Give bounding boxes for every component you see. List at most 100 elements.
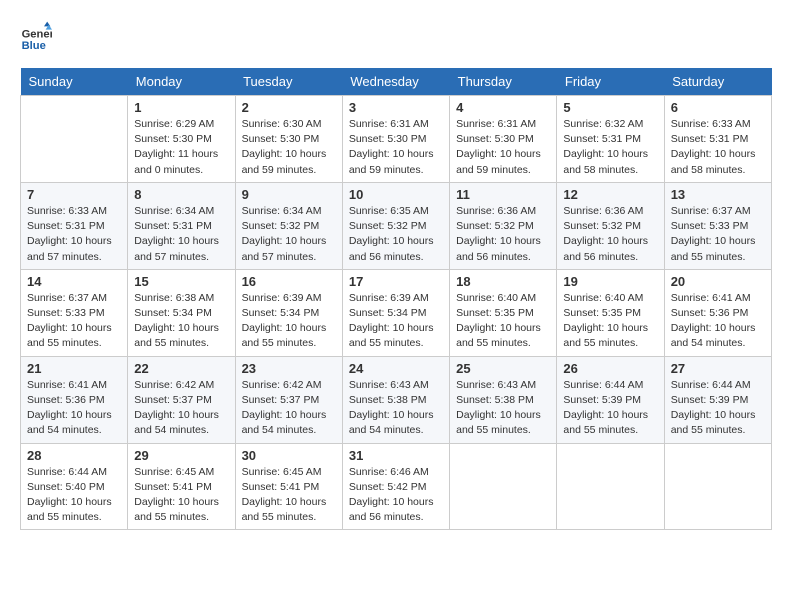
weekday-sunday: Sunday: [21, 68, 128, 96]
day-info: Sunrise: 6:45 AMSunset: 5:41 PMDaylight:…: [134, 465, 228, 526]
calendar-cell: 18 Sunrise: 6:40 AMSunset: 5:35 PMDayligh…: [450, 269, 557, 356]
weekday-friday: Friday: [557, 68, 664, 96]
day-info: Sunrise: 6:36 AMSunset: 5:32 PMDaylight:…: [456, 204, 550, 265]
calendar-cell: 6Sunrise: 6:33 AMSunset: 5:31 PMDaylight…: [664, 96, 771, 183]
calendar-cell: 8Sunrise: 6:34 AMSunset: 5:31 PMDaylight…: [128, 182, 235, 269]
day-info: Sunrise: 6:44 AMSunset: 5:39 PMDaylight:…: [671, 378, 765, 439]
calendar-cell: [664, 443, 771, 530]
calendar-cell: [557, 443, 664, 530]
day-number: 15: [134, 274, 228, 289]
calendar-cell: 23 Sunrise: 6:42 AMSunset: 5:37 PMDayligh…: [235, 356, 342, 443]
logo-icon: General Blue: [20, 20, 52, 52]
day-number: 17: [349, 274, 443, 289]
day-info: Sunrise: 6:46 AMSunset: 5:42 PMDaylight:…: [349, 465, 443, 526]
day-number: 7: [27, 187, 121, 202]
calendar-cell: 11 Sunrise: 6:36 AMSunset: 5:32 PMDayligh…: [450, 182, 557, 269]
day-number: 20: [671, 274, 765, 289]
day-info: Sunrise: 6:31 AMSunset: 5:30 PMDaylight:…: [456, 117, 550, 178]
day-info: Sunrise: 6:41 AMSunset: 5:36 PMDaylight:…: [671, 291, 765, 352]
day-number: 2: [242, 100, 336, 115]
calendar-cell: 14Sunrise: 6:37 AMSunset: 5:33 PMDayligh…: [21, 269, 128, 356]
day-number: 4: [456, 100, 550, 115]
day-info: Sunrise: 6:36 AMSunset: 5:32 PMDaylight:…: [563, 204, 657, 265]
day-number: 24: [349, 361, 443, 376]
svg-text:General: General: [22, 29, 52, 41]
day-number: 12: [563, 187, 657, 202]
calendar-cell: 15 Sunrise: 6:38 AMSunset: 5:34 PMDayligh…: [128, 269, 235, 356]
calendar-cell: 1 Sunrise: 6:29 AMSunset: 5:30 PMDaylight…: [128, 96, 235, 183]
weekday-monday: Monday: [128, 68, 235, 96]
day-info: Sunrise: 6:33 AMSunset: 5:31 PMDaylight:…: [671, 117, 765, 178]
day-info: Sunrise: 6:44 AMSunset: 5:40 PMDaylight:…: [27, 465, 121, 526]
calendar-cell: 25 Sunrise: 6:43 AMSunset: 5:38 PMDayligh…: [450, 356, 557, 443]
day-number: 31: [349, 448, 443, 463]
calendar-cell: 31 Sunrise: 6:46 AMSunset: 5:42 PMDayligh…: [342, 443, 449, 530]
calendar-body: 1 Sunrise: 6:29 AMSunset: 5:30 PMDaylight…: [21, 96, 772, 530]
calendar-cell: 26Sunrise: 6:44 AMSunset: 5:39 PMDayligh…: [557, 356, 664, 443]
svg-text:Blue: Blue: [22, 40, 46, 52]
day-number: 22: [134, 361, 228, 376]
calendar-cell: 16Sunrise: 6:39 AMSunset: 5:34 PMDayligh…: [235, 269, 342, 356]
day-info: Sunrise: 6:33 AMSunset: 5:31 PMDaylight:…: [27, 204, 121, 265]
day-info: Sunrise: 6:30 AMSunset: 5:30 PMDaylight:…: [242, 117, 336, 178]
day-info: Sunrise: 6:43 AMSunset: 5:38 PMDaylight:…: [349, 378, 443, 439]
calendar-cell: 22 Sunrise: 6:42 AMSunset: 5:37 PMDayligh…: [128, 356, 235, 443]
day-info: Sunrise: 6:43 AMSunset: 5:38 PMDaylight:…: [456, 378, 550, 439]
day-number: 29: [134, 448, 228, 463]
calendar-cell: 3 Sunrise: 6:31 AMSunset: 5:30 PMDaylight…: [342, 96, 449, 183]
day-info: Sunrise: 6:41 AMSunset: 5:36 PMDaylight:…: [27, 378, 121, 439]
calendar-cell: [450, 443, 557, 530]
day-number: 26: [563, 361, 657, 376]
calendar-cell: 13 Sunrise: 6:37 AMSunset: 5:33 PMDayligh…: [664, 182, 771, 269]
calendar-cell: 28 Sunrise: 6:44 AMSunset: 5:40 PMDayligh…: [21, 443, 128, 530]
day-info: Sunrise: 6:29 AMSunset: 5:30 PMDaylight:…: [134, 117, 228, 178]
day-number: 23: [242, 361, 336, 376]
day-number: 13: [671, 187, 765, 202]
day-info: Sunrise: 6:31 AMSunset: 5:30 PMDaylight:…: [349, 117, 443, 178]
day-info: Sunrise: 6:42 AMSunset: 5:37 PMDaylight:…: [242, 378, 336, 439]
day-number: 8: [134, 187, 228, 202]
day-info: Sunrise: 6:34 AMSunset: 5:32 PMDaylight:…: [242, 204, 336, 265]
weekday-wednesday: Wednesday: [342, 68, 449, 96]
calendar-week-1: 1 Sunrise: 6:29 AMSunset: 5:30 PMDaylight…: [21, 96, 772, 183]
day-number: 18: [456, 274, 550, 289]
weekday-tuesday: Tuesday: [235, 68, 342, 96]
logo: General Blue: [20, 20, 56, 52]
day-info: Sunrise: 6:35 AMSunset: 5:32 PMDaylight:…: [349, 204, 443, 265]
day-number: 30: [242, 448, 336, 463]
day-info: Sunrise: 6:38 AMSunset: 5:34 PMDaylight:…: [134, 291, 228, 352]
calendar-cell: 4 Sunrise: 6:31 AMSunset: 5:30 PMDaylight…: [450, 96, 557, 183]
day-info: Sunrise: 6:39 AMSunset: 5:34 PMDaylight:…: [349, 291, 443, 352]
day-info: Sunrise: 6:45 AMSunset: 5:41 PMDaylight:…: [242, 465, 336, 526]
day-number: 3: [349, 100, 443, 115]
calendar-week-5: 28 Sunrise: 6:44 AMSunset: 5:40 PMDayligh…: [21, 443, 772, 530]
day-info: Sunrise: 6:37 AMSunset: 5:33 PMDaylight:…: [671, 204, 765, 265]
day-number: 5: [563, 100, 657, 115]
day-info: Sunrise: 6:40 AMSunset: 5:35 PMDaylight:…: [456, 291, 550, 352]
calendar-cell: 29 Sunrise: 6:45 AMSunset: 5:41 PMDayligh…: [128, 443, 235, 530]
day-number: 10: [349, 187, 443, 202]
day-number: 28: [27, 448, 121, 463]
day-number: 11: [456, 187, 550, 202]
day-number: 25: [456, 361, 550, 376]
calendar-table: SundayMondayTuesdayWednesdayThursdayFrid…: [20, 68, 772, 530]
day-info: Sunrise: 6:37 AMSunset: 5:33 PMDaylight:…: [27, 291, 121, 352]
day-number: 9: [242, 187, 336, 202]
calendar-week-4: 21Sunrise: 6:41 AMSunset: 5:36 PMDayligh…: [21, 356, 772, 443]
calendar-cell: 17 Sunrise: 6:39 AMSunset: 5:34 PMDayligh…: [342, 269, 449, 356]
calendar-week-2: 7 Sunrise: 6:33 AMSunset: 5:31 PMDaylight…: [21, 182, 772, 269]
calendar-cell: 12 Sunrise: 6:36 AMSunset: 5:32 PMDayligh…: [557, 182, 664, 269]
calendar-cell: [21, 96, 128, 183]
day-number: 19: [563, 274, 657, 289]
day-number: 1: [134, 100, 228, 115]
day-info: Sunrise: 6:32 AMSunset: 5:31 PMDaylight:…: [563, 117, 657, 178]
day-info: Sunrise: 6:42 AMSunset: 5:37 PMDaylight:…: [134, 378, 228, 439]
day-number: 16: [242, 274, 336, 289]
weekday-saturday: Saturday: [664, 68, 771, 96]
calendar-week-3: 14Sunrise: 6:37 AMSunset: 5:33 PMDayligh…: [21, 269, 772, 356]
calendar-cell: 30 Sunrise: 6:45 AMSunset: 5:41 PMDayligh…: [235, 443, 342, 530]
calendar-cell: 20 Sunrise: 6:41 AMSunset: 5:36 PMDayligh…: [664, 269, 771, 356]
calendar-cell: 24 Sunrise: 6:43 AMSunset: 5:38 PMDayligh…: [342, 356, 449, 443]
calendar-cell: 10 Sunrise: 6:35 AMSunset: 5:32 PMDayligh…: [342, 182, 449, 269]
calendar-cell: 19Sunrise: 6:40 AMSunset: 5:35 PMDayligh…: [557, 269, 664, 356]
